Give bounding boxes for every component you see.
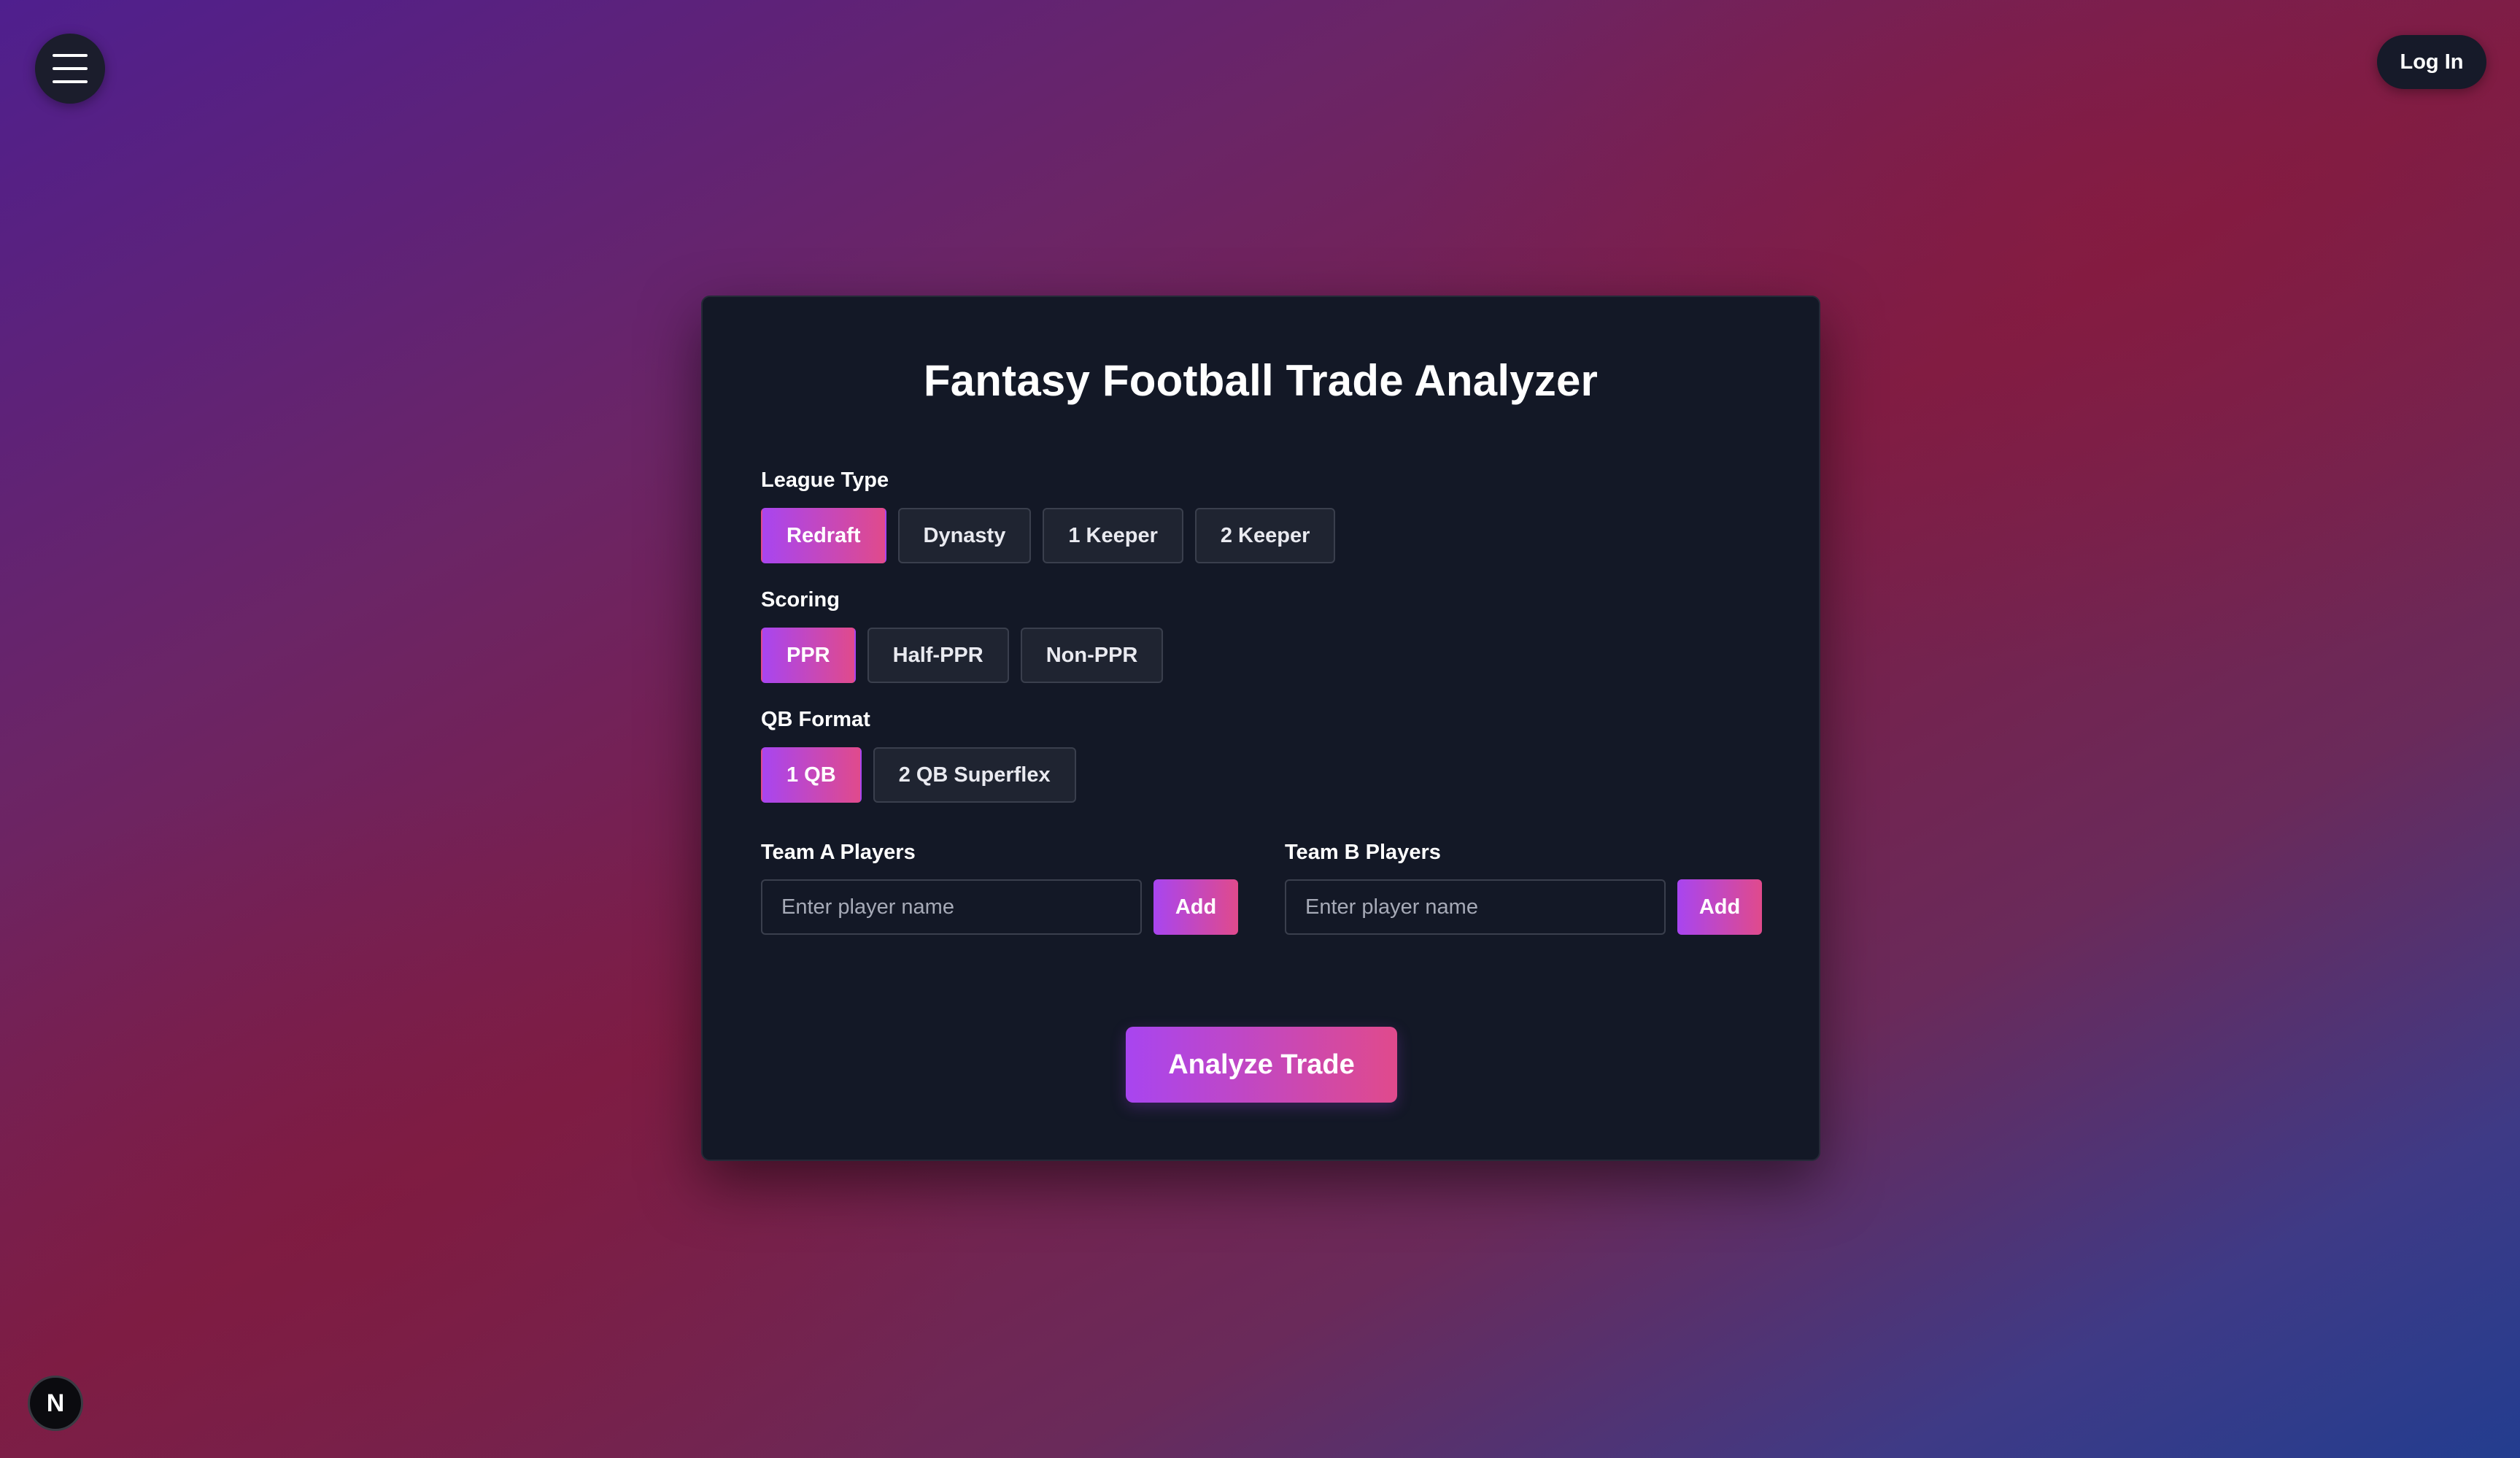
league-type-dynasty-button[interactable]: Dynasty — [897, 508, 1032, 563]
league-type-2-keeper-button[interactable]: 2 Keeper — [1194, 508, 1336, 563]
league-type-redraft-button[interactable]: Redraft — [761, 508, 886, 563]
scoring-ppr-button[interactable]: PPR — [761, 628, 856, 683]
team-a-input-row: Add — [761, 879, 1238, 935]
scoring-options: PPR Half-PPR Non-PPR — [761, 628, 1164, 683]
team-b-add-button[interactable]: Add — [1677, 879, 1762, 935]
page-title: Fantasy Football Trade Analyzer — [923, 356, 1599, 405]
hamburger-icon-bar — [53, 80, 88, 83]
team-a-section: Team A Players Add — [761, 841, 1238, 935]
login-button[interactable]: Log In — [2377, 35, 2486, 89]
hamburger-icon — [53, 54, 88, 57]
team-b-player-input[interactable] — [1285, 879, 1666, 935]
league-type-label: League Type — [761, 468, 889, 492]
scoring-label: Scoring — [761, 588, 840, 612]
hamburger-icon-bar — [53, 67, 88, 70]
team-b-label: Team B Players — [1285, 841, 1441, 864]
qb-format-superflex-button[interactable]: 2 QB Superflex — [873, 747, 1076, 803]
scoring-half-ppr-button[interactable]: Half-PPR — [867, 628, 1009, 683]
team-a-player-input[interactable] — [761, 879, 1142, 935]
n-logo-badge[interactable]: N — [28, 1376, 83, 1431]
qb-format-1-qb-button[interactable]: 1 QB — [761, 747, 862, 803]
analyze-trade-button[interactable]: Analyze Trade — [1126, 1027, 1397, 1103]
scoring-non-ppr-button[interactable]: Non-PPR — [1020, 628, 1164, 683]
team-a-add-button[interactable]: Add — [1153, 879, 1238, 935]
qb-format-label: QB Format — [761, 708, 870, 731]
league-type-options: Redraft Dynasty 1 Keeper 2 Keeper — [761, 508, 1336, 563]
trade-analyzer-card: Fantasy Football Trade Analyzer League T… — [701, 296, 1820, 1161]
hamburger-menu-button[interactable] — [35, 34, 105, 104]
league-type-1-keeper-button[interactable]: 1 Keeper — [1043, 508, 1183, 563]
team-b-input-row: Add — [1285, 879, 1762, 935]
qb-format-options: 1 QB 2 QB Superflex — [761, 747, 1076, 803]
team-b-section: Team B Players Add — [1285, 841, 1762, 935]
team-a-label: Team A Players — [761, 841, 916, 864]
